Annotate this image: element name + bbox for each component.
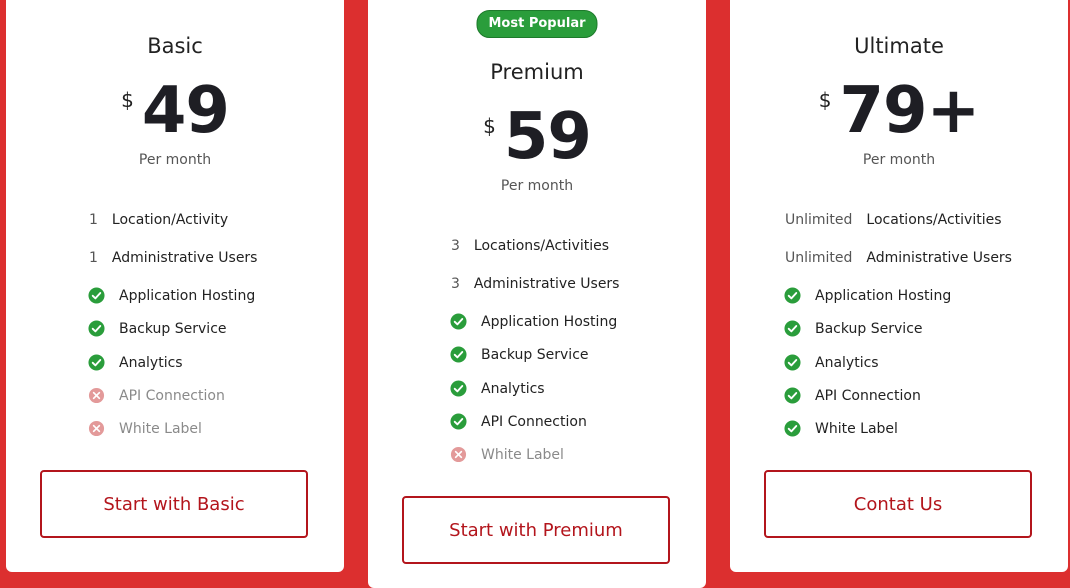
x-circle-icon (88, 387, 105, 404)
feature-analytics: Analytics (450, 380, 545, 397)
feature-label: Analytics (481, 380, 545, 397)
feature-label: API Connection (815, 387, 921, 404)
feature-label: API Connection (481, 413, 587, 430)
check-circle-icon (450, 413, 467, 430)
feature-label: API Connection (119, 387, 225, 404)
quantity-label: Administrative Users (111, 250, 258, 266)
feature-white-label: White Label (450, 446, 564, 463)
check-circle-icon (450, 380, 467, 397)
currency-symbol: $ (818, 88, 832, 112)
feature-api-connection: API Connection (88, 387, 225, 404)
quantity-row-admin-users: 3 Administrative Users (451, 276, 619, 292)
check-circle-icon (450, 346, 467, 363)
feature-label: Analytics (119, 354, 183, 371)
start-premium-button[interactable]: Start with Premium (402, 496, 670, 564)
check-circle-icon (784, 320, 801, 337)
currency-symbol: $ (483, 114, 496, 138)
quantity-label: Locations/Activities (473, 238, 610, 254)
feature-label: Application Hosting (815, 287, 952, 304)
check-circle-icon (784, 387, 801, 404)
x-circle-icon (88, 420, 105, 437)
price: $59 (368, 102, 706, 172)
feature-white-label: White Label (784, 420, 898, 437)
quantity-value: 1 (89, 212, 98, 228)
quantity-label: Administrative Users (866, 250, 1012, 266)
quantity-label: Location/Activity (111, 212, 229, 228)
feature-analytics: Analytics (88, 354, 183, 371)
feature-label: White Label (119, 420, 202, 437)
quantity-row-admin-users: Unlimited Administrative Users (785, 250, 1012, 266)
plan-title: Premium (490, 60, 584, 84)
feature-api-connection: API Connection (450, 413, 587, 430)
billing-period: Per month (500, 178, 574, 194)
plan-title: Ultimate (854, 34, 944, 58)
feature-label: Backup Service (815, 320, 923, 337)
price-amount: 79+ (839, 74, 981, 148)
feature-label: Application Hosting (481, 313, 618, 330)
feature-application-hosting: Application Hosting (450, 313, 617, 330)
price: $79+ (730, 76, 1068, 146)
plan-card-premium: Most Popular Premium $59 Per month 3 Loc… (368, 0, 706, 588)
feature-label: Backup Service (481, 346, 589, 363)
quantity-label: Administrative Users (473, 276, 620, 292)
plan-card-basic: Basic $49 Per month 1 Location/Activity … (6, 0, 344, 572)
feature-label: Application Hosting (119, 287, 256, 304)
most-popular-badge: Most Popular (476, 10, 598, 38)
price-amount: 49 (141, 74, 230, 148)
feature-backup-service: Backup Service (88, 320, 227, 337)
quantity-row-locations: Unlimited Locations/Activities (785, 212, 1002, 228)
feature-label: Backup Service (119, 320, 227, 337)
feature-label: Analytics (815, 354, 879, 371)
x-circle-icon (450, 446, 467, 463)
feature-backup-service: Backup Service (784, 320, 923, 337)
quantity-value: Unlimited (785, 250, 853, 266)
feature-white-label: White Label (88, 420, 202, 437)
contact-us-button[interactable]: Contat Us (764, 470, 1032, 538)
check-circle-icon (88, 320, 105, 337)
plan-title: Basic (147, 34, 203, 58)
check-circle-icon (784, 354, 801, 371)
currency-symbol: $ (121, 88, 134, 112)
check-circle-icon (784, 420, 801, 437)
quantity-row-locations: 1 Location/Activity (89, 212, 228, 228)
quantity-value: 3 (451, 276, 460, 292)
check-circle-icon (88, 287, 105, 304)
price: $49 (6, 76, 344, 146)
price-amount: 59 (503, 100, 592, 174)
check-circle-icon (88, 354, 105, 371)
feature-backup-service: Backup Service (450, 346, 589, 363)
quantity-value: Unlimited (785, 212, 853, 228)
quantity-value: 3 (451, 238, 460, 254)
quantity-row-admin-users: 1 Administrative Users (89, 250, 257, 266)
feature-label: White Label (481, 446, 564, 463)
feature-api-connection: API Connection (784, 387, 921, 404)
quantity-value: 1 (89, 250, 98, 266)
check-circle-icon (450, 313, 467, 330)
start-basic-button[interactable]: Start with Basic (40, 470, 308, 538)
billing-period: Per month (862, 152, 936, 168)
quantity-label: Locations/Activities (866, 212, 1002, 228)
feature-label: White Label (815, 420, 898, 437)
check-circle-icon (784, 287, 801, 304)
feature-application-hosting: Application Hosting (784, 287, 951, 304)
feature-analytics: Analytics (784, 354, 879, 371)
billing-period: Per month (138, 152, 212, 168)
feature-application-hosting: Application Hosting (88, 287, 255, 304)
plan-card-ultimate: Ultimate $79+ Per month Unlimited Locati… (730, 0, 1068, 572)
quantity-row-locations: 3 Locations/Activities (451, 238, 609, 254)
